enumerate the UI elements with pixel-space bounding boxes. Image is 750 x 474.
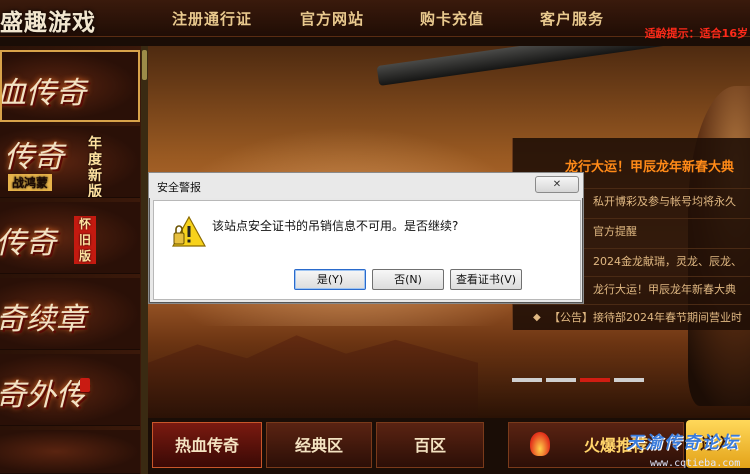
security-alert-dialog: 安全警报 ✕ 该站点安全证书的吊销信息不可用。是否继续? 是(Y) 否(N) 查…: [148, 172, 584, 304]
game-card-more[interactable]: [0, 430, 140, 474]
game-sidebar: 血传奇 传奇 年度新版 战鸿蒙 传奇 怀旧版 奇续章 奇外传: [0, 46, 142, 474]
flame-icon: [530, 432, 550, 456]
game-tag: 怀旧版: [74, 216, 96, 264]
game-title: 奇外传: [0, 378, 86, 413]
nav-buy-card[interactable]: 购卡充值: [420, 8, 484, 29]
sidebar-scroll-thumb[interactable]: [142, 50, 147, 80]
game-card-legend-annual[interactable]: 传奇 年度新版 战鸿蒙: [0, 126, 140, 198]
news-item-text: 【公告】接待部2024年春节期间营业时: [549, 311, 742, 324]
game-card-legend-classic[interactable]: 传奇 怀旧版: [0, 202, 140, 274]
age-tip: 适龄提示：适合16岁: [644, 27, 748, 40]
game-title: 传奇: [0, 226, 56, 261]
news-headline[interactable]: 龙行大运！甲辰龙年新春大典: [565, 156, 734, 175]
dialog-message: 该站点安全证书的吊销信息不可用。是否继续?: [212, 219, 459, 233]
game-title: 奇续章: [0, 302, 86, 337]
close-button[interactable]: ✕: [535, 176, 579, 193]
news-item[interactable]: ◆ 【公告】接待部2024年春节期间营业时: [513, 304, 750, 330]
carousel-dot[interactable]: [512, 378, 542, 382]
game-tag: 年度新版: [88, 136, 102, 198]
carousel-dot-active[interactable]: [580, 378, 610, 382]
no-button[interactable]: 否(N): [372, 269, 444, 290]
tab-classic-zone[interactable]: 经典区: [266, 422, 372, 468]
news-item-text: 私开博彩及参与帐号均将永久: [593, 195, 736, 208]
game-title: 传奇: [4, 140, 64, 175]
news-item-text: 2024金龙献瑞，灵龙、辰龙、: [593, 255, 742, 268]
dialog-body: 该站点安全证书的吊销信息不可用。是否继续? 是(Y) 否(N) 查看证书(V): [153, 200, 581, 300]
bullet-icon: ◆: [533, 312, 541, 323]
forum-watermark: 天渝传奇论坛: [626, 433, 740, 453]
view-certificate-button[interactable]: 查看证书(V): [450, 269, 522, 290]
banner-palace-art: [148, 335, 478, 418]
news-item-text: 官方提醒: [593, 225, 637, 238]
nav-official-site[interactable]: 官方网站: [300, 8, 364, 29]
seal-icon: [80, 378, 90, 392]
game-card-legend-side-story[interactable]: 奇外传: [0, 354, 140, 426]
game-subtag: 战鸿蒙: [8, 174, 53, 191]
dialog-title: 安全警报: [157, 181, 201, 194]
game-title: 血传奇: [0, 76, 86, 111]
carousel-dots: [512, 367, 648, 386]
tab-hundred-zone[interactable]: 百区: [376, 422, 484, 468]
forum-watermark-url: www.cqtieba.com: [650, 458, 741, 469]
banner-sword-art: [376, 46, 750, 86]
yes-button[interactable]: 是(Y): [294, 269, 366, 290]
sidebar-scrollbar[interactable]: [141, 46, 148, 474]
nav-register[interactable]: 注册通行证: [172, 8, 252, 29]
nav-customer-service[interactable]: 客户服务: [540, 8, 604, 29]
game-card-legend-blood[interactable]: 血传奇: [0, 50, 140, 122]
dialog-titlebar[interactable]: 安全警报 ✕: [149, 173, 583, 198]
carousel-dot[interactable]: [546, 378, 576, 382]
game-card-legend-sequel[interactable]: 奇续章: [0, 278, 140, 350]
security-warning-icon: [172, 215, 206, 247]
site-logo[interactable]: 盛趣游戏: [0, 3, 96, 37]
news-item-text: 龙行大运！甲辰龙年新春大典: [593, 283, 736, 296]
tab-legend[interactable]: 热血传奇: [152, 422, 262, 468]
carousel-dot[interactable]: [614, 378, 644, 382]
top-nav-bar: 盛趣游戏 注册通行证 官方网站 购卡充值 客户服务 适龄提示：适合16岁: [0, 0, 750, 40]
